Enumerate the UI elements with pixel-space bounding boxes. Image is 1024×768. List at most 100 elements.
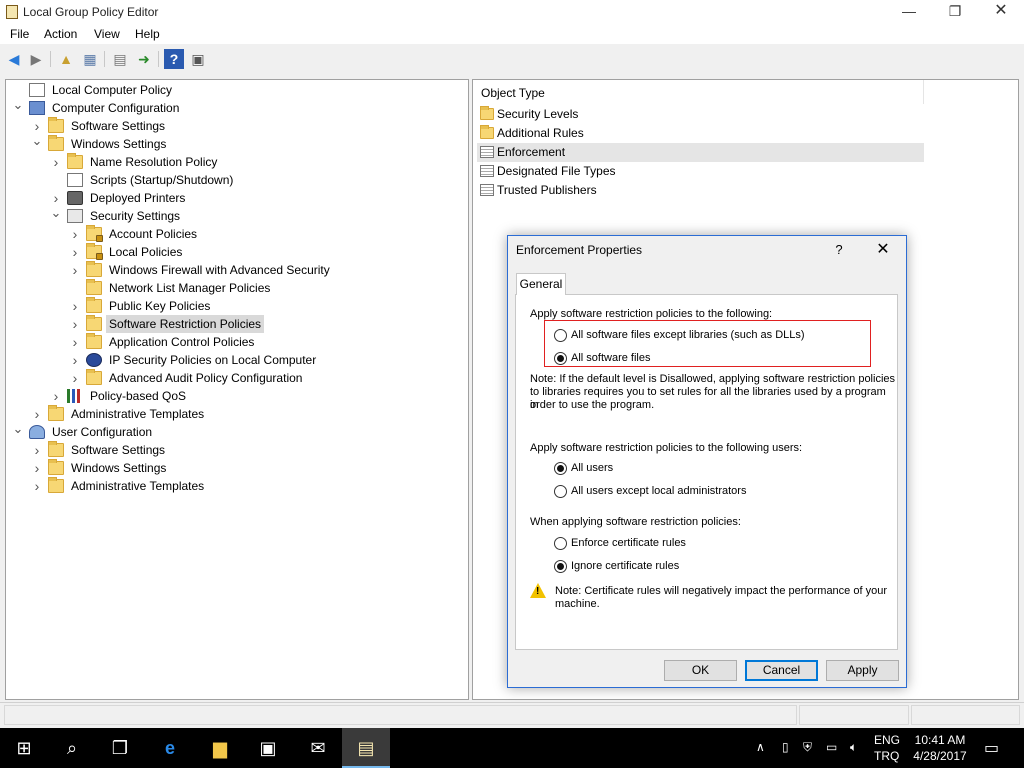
radio-enforce-cert[interactable] — [554, 537, 567, 550]
collapsed-chevron-icon[interactable]: › — [69, 243, 81, 261]
console-view-icon[interactable]: ▣ — [188, 49, 208, 69]
status-bar — [0, 702, 1024, 726]
collapsed-chevron-icon[interactable]: › — [69, 297, 81, 315]
expanded-chevron-icon[interactable]: ⌄ — [12, 98, 24, 117]
collapsed-chevron-icon[interactable]: › — [69, 369, 81, 387]
usb-device-icon[interactable]: ▯ — [782, 740, 789, 754]
properties-icon[interactable]: ▤ — [110, 49, 130, 69]
store-icon[interactable]: ▣ — [244, 728, 292, 768]
collapsed-chevron-icon[interactable]: › — [31, 477, 43, 495]
collapsed-chevron-icon[interactable]: › — [69, 261, 81, 279]
menu-action[interactable]: Action — [44, 27, 77, 41]
tree-node-label: Local Policies — [109, 245, 183, 259]
tab-general[interactable]: General — [516, 273, 566, 295]
collapsed-chevron-icon[interactable]: › — [31, 459, 43, 477]
tree-node-label: Windows Settings — [71, 137, 167, 151]
ok-button[interactable]: OK — [664, 660, 737, 681]
collapsed-chevron-icon[interactable]: › — [50, 387, 62, 405]
tree-node-label: Application Control Policies — [109, 335, 255, 349]
collapsed-chevron-icon[interactable]: › — [50, 153, 62, 171]
note-cert-line2: machine. — [555, 598, 600, 610]
export-list-icon[interactable]: ➜ — [134, 49, 154, 69]
collapsed-chevron-icon[interactable]: › — [69, 351, 81, 369]
radio-all-users[interactable] — [554, 462, 567, 475]
clock[interactable]: 10:41 AM 4/28/2017 — [908, 732, 972, 764]
folder-icon — [86, 261, 102, 277]
note-cert-line1: Note: Certificate rules will negatively … — [555, 585, 887, 597]
menu-view[interactable]: View — [94, 27, 120, 41]
show-hidden-icons-chevron-icon[interactable]: ∧ — [756, 740, 765, 754]
close-window-button[interactable]: ✕ — [978, 0, 1024, 24]
radio-all-software-files-label[interactable]: All software files — [571, 352, 650, 365]
minimize-button[interactable]: — — [886, 0, 932, 24]
document-icon — [480, 146, 494, 158]
list-item[interactable]: Security Levels — [477, 105, 924, 124]
list-item[interactable]: Designated File Types — [477, 162, 924, 181]
network-icon[interactable]: ▭ — [826, 740, 837, 754]
tree-node-label: Windows Settings — [71, 461, 167, 475]
list-item-label: Designated File Types — [497, 164, 616, 178]
task-view-icon[interactable]: ❐ — [96, 728, 144, 768]
input-language-indicator[interactable]: ENG TRQ — [874, 732, 900, 764]
section-apply-users-label: Apply software restriction policies to t… — [530, 442, 803, 454]
title-bar: Local Group Policy Editor — ❐ ✕ — [0, 0, 1024, 24]
apply-button[interactable]: Apply — [826, 660, 899, 681]
volume-icon[interactable]: 🔈︎ — [850, 740, 857, 755]
restore-button[interactable]: ❐ — [932, 0, 978, 24]
radio-enforce-cert-label[interactable]: Enforce certificate rules — [571, 537, 686, 550]
group-policy-taskbar-icon[interactable]: ▤ — [342, 728, 390, 768]
forward-arrow-icon[interactable]: ▶ — [26, 49, 46, 69]
column-header-object-type[interactable]: Object Type — [473, 80, 924, 104]
folder-icon — [48, 459, 64, 475]
lock-icon — [96, 253, 103, 260]
tree-node-label: Computer Configuration — [52, 101, 180, 115]
radio-ignore-cert[interactable] — [554, 560, 567, 573]
collapsed-chevron-icon[interactable]: › — [31, 405, 43, 423]
list-item[interactable]: Enforcement — [477, 143, 924, 162]
cancel-button[interactable]: Cancel — [745, 660, 818, 681]
show-hide-tree-icon[interactable]: ▦ — [80, 49, 100, 69]
menu-help[interactable]: Help — [135, 27, 160, 41]
enforcement-properties-dialog: Enforcement Properties ? ✕ General Apply… — [507, 235, 907, 688]
console-tree: Local Computer Policy ⌄ Computer Configura… — [5, 79, 469, 700]
collapsed-chevron-icon[interactable]: › — [69, 315, 81, 333]
radio-except-admins[interactable] — [554, 485, 567, 498]
tree-node-label: Security Settings — [90, 209, 181, 223]
expanded-chevron-icon[interactable]: ⌄ — [31, 134, 43, 153]
radio-all-users-label[interactable]: All users — [571, 462, 613, 475]
help-icon[interactable]: ? — [164, 49, 184, 69]
mail-icon[interactable]: ✉ — [294, 728, 342, 768]
lang-line1: ENG — [874, 733, 901, 747]
expanded-chevron-icon[interactable]: ⌄ — [12, 422, 24, 441]
collapsed-chevron-icon[interactable]: › — [69, 333, 81, 351]
dialog-close-button[interactable]: ✕ — [870, 239, 896, 261]
file-explorer-icon[interactable]: ▆ — [196, 728, 244, 768]
lang-line2: TRQ — [874, 749, 900, 763]
search-icon[interactable]: ⌕ — [48, 728, 96, 768]
back-arrow-icon[interactable]: ◀ — [4, 49, 24, 69]
start-windows-icon[interactable]: ⊞ — [0, 728, 48, 768]
up-folder-icon[interactable]: ▲ — [56, 49, 76, 69]
radio-except-libraries[interactable] — [554, 329, 567, 342]
dialog-help-button[interactable]: ? — [828, 240, 850, 260]
list-item[interactable]: Trusted Publishers — [477, 181, 924, 200]
radio-except-libraries-label[interactable]: All software files except libraries (suc… — [571, 329, 805, 342]
security-shield-icon[interactable]: ⛨ — [803, 740, 812, 755]
radio-all-software-files[interactable] — [554, 352, 567, 365]
section-cert-rules-label: When applying software restriction polic… — [530, 516, 741, 528]
radio-ignore-cert-label[interactable]: Ignore certificate rules — [571, 560, 679, 573]
list-item[interactable]: Additional Rules — [477, 124, 924, 143]
tree-node-label: Policy-based QoS — [90, 389, 187, 403]
security-settings-icon — [67, 209, 83, 223]
edge-browser-icon[interactable]: e — [146, 728, 194, 768]
menu-file[interactable]: File — [10, 27, 29, 41]
collapsed-chevron-icon[interactable]: › — [69, 225, 81, 243]
action-center-icon[interactable]: ▭ — [984, 738, 999, 758]
no-expander — [50, 171, 62, 189]
collapsed-chevron-icon[interactable]: › — [31, 441, 43, 459]
expanded-chevron-icon[interactable]: ⌄ — [50, 206, 62, 225]
radio-except-admins-label[interactable]: All users except local administrators — [571, 485, 746, 498]
general-tab-panel: Apply software restriction policies to t… — [515, 294, 898, 650]
bar-chart-icon — [67, 389, 83, 403]
locked-folder-icon — [86, 243, 103, 260]
